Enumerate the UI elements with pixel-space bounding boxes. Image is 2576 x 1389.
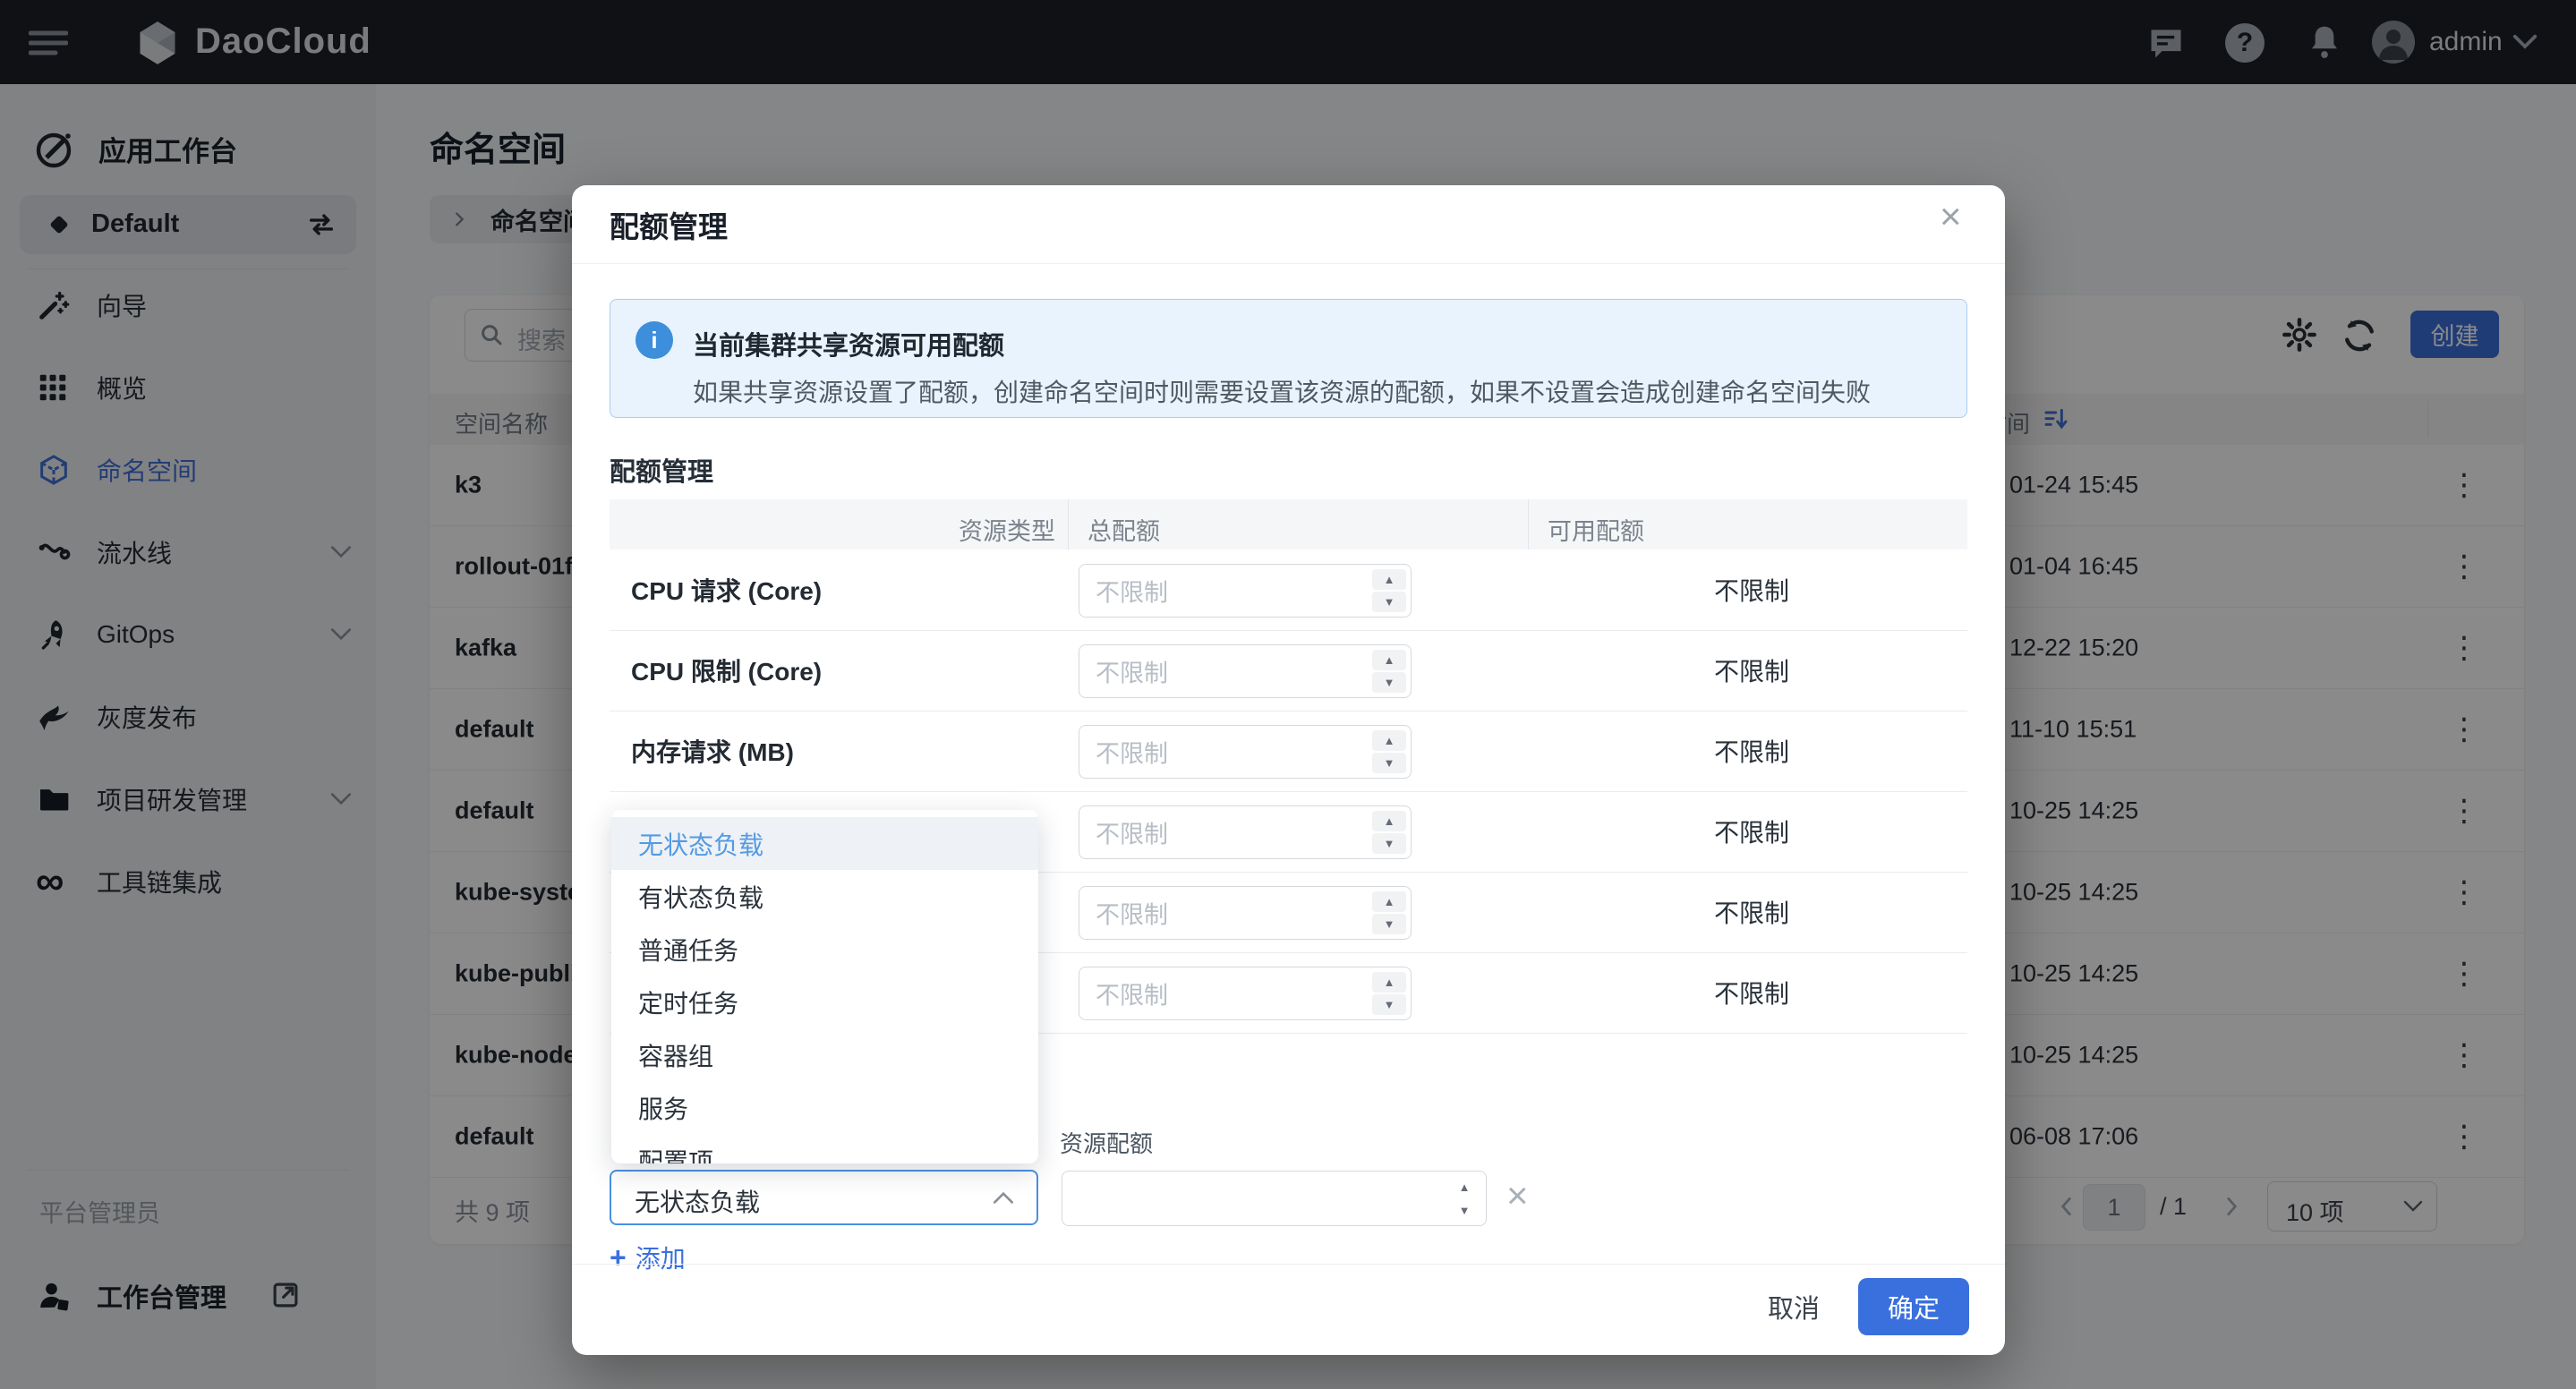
resource-quota-label: 资源配额 [1060, 1126, 1153, 1159]
info-icon: i [635, 321, 673, 359]
spinner-down[interactable]: ▼ [1372, 592, 1406, 612]
spinner-down[interactable]: ▼ [1372, 914, 1406, 934]
quota-table-header: 资源类型 总配额 可用配额 [610, 499, 1967, 550]
dropdown-option[interactable]: 容器组 [611, 1028, 1038, 1081]
available-quota: 不限制 [1714, 975, 1789, 1010]
available-quota: 不限制 [1714, 733, 1789, 769]
spinner-up[interactable]: ▲ [1447, 1176, 1481, 1197]
quota-input[interactable]: 不限制 ▲▼ [1079, 967, 1412, 1020]
resource-type-dropdown: 无状态负载 有状态负载 普通任务 定时任务 容器组 服务 配置项 [611, 810, 1038, 1163]
quota-header-separator [1528, 499, 1529, 550]
quota-input[interactable]: 不限制 ▲▼ [1079, 725, 1412, 779]
quota-input[interactable]: 不限制 ▲▼ [1079, 564, 1412, 618]
screen: DaoCloud ? admin 应用工作台 Defa [0, 0, 2576, 1389]
quota-management-modal: 配额管理 × i 当前集群共享资源可用配额 如果共享资源设置了配额，创建命名空间… [572, 185, 2005, 1355]
alert-title: 当前集群共享资源可用配额 [693, 325, 1004, 362]
quota-row: 内存请求 (MB) 不限制 ▲▼ 不限制 [610, 711, 1967, 792]
available-quota: 不限制 [1714, 572, 1789, 608]
dropdown-option[interactable]: 配置项 [611, 1134, 1038, 1163]
select-value: 无状态负载 [635, 1183, 760, 1219]
remove-row-icon[interactable]: × [1506, 1173, 1529, 1218]
modal-title: 配额管理 [610, 203, 728, 246]
cancel-button[interactable]: 取消 [1744, 1278, 1843, 1335]
available-quota: 不限制 [1714, 814, 1789, 849]
spinner-up[interactable]: ▲ [1372, 891, 1406, 912]
spinner-up[interactable]: ▲ [1372, 730, 1406, 751]
quota-row: CPU 限制 (Core) 不限制 ▲▼ 不限制 [610, 630, 1967, 712]
spinner-down[interactable]: ▼ [1372, 833, 1406, 854]
spinner-up[interactable]: ▲ [1372, 650, 1406, 670]
spinner-down[interactable]: ▼ [1372, 994, 1406, 1015]
available-quota: 不限制 [1714, 894, 1789, 930]
quota-input[interactable]: 不限制 ▲▼ [1079, 644, 1412, 698]
spinner-down[interactable]: ▼ [1372, 753, 1406, 773]
confirm-button[interactable]: 确定 [1858, 1278, 1969, 1335]
add-label: 添加 [635, 1240, 686, 1275]
info-alert: i 当前集群共享资源可用配额 如果共享资源设置了配额，创建命名空间时则需要设置该… [610, 299, 1967, 418]
spinner-up[interactable]: ▲ [1372, 972, 1406, 993]
quota-input[interactable]: 不限制 ▲▼ [1079, 886, 1412, 940]
available-quota: 不限制 [1714, 652, 1789, 688]
dropdown-option[interactable]: 定时任务 [611, 976, 1038, 1028]
quota-row: CPU 请求 (Core) 不限制 ▲▼ 不限制 [610, 550, 1967, 631]
quota-input[interactable]: 不限制 ▲▼ [1079, 805, 1412, 859]
spinner-down[interactable]: ▼ [1372, 672, 1406, 693]
quota-col-total: 总配额 [1088, 512, 1160, 547]
resource-quota-input[interactable]: ▲▼ [1062, 1171, 1487, 1226]
dropdown-option[interactable]: 有状态负载 [611, 870, 1038, 923]
chevron-up-icon [992, 1189, 1015, 1206]
spinner-up[interactable]: ▲ [1372, 569, 1406, 590]
quota-section-title: 配额管理 [610, 451, 713, 489]
dropdown-option[interactable]: 服务 [611, 1081, 1038, 1134]
plus-icon: + [610, 1241, 627, 1274]
spinner-down[interactable]: ▼ [1447, 1199, 1481, 1221]
quota-col-available: 可用配额 [1548, 512, 1644, 547]
modal-header-divider [572, 263, 2005, 264]
quota-header-separator [1068, 499, 1069, 550]
dropdown-option[interactable]: 无状态负载 [611, 817, 1038, 870]
add-row-link[interactable]: + 添加 [610, 1240, 686, 1275]
modal-footer-divider [572, 1264, 2005, 1265]
close-icon[interactable]: × [1940, 198, 1962, 235]
alert-body: 如果共享资源设置了配额，创建命名空间时则需要设置该资源的配额，如果不设置会造成创… [693, 373, 1871, 409]
dropdown-option[interactable]: 普通任务 [611, 923, 1038, 976]
quota-col-resource-type: 资源类型 [647, 512, 1055, 547]
spinner-up[interactable]: ▲ [1372, 811, 1406, 831]
resource-type-select[interactable]: 无状态负载 [610, 1170, 1038, 1225]
